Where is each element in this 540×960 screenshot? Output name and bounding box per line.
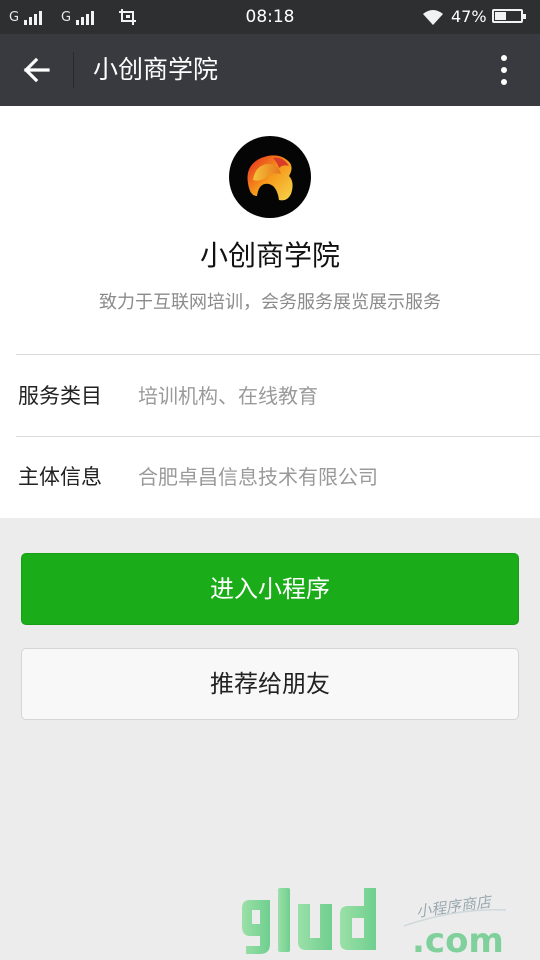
back-arrow-icon[interactable] xyxy=(14,48,58,92)
app-name: 小创商学院 xyxy=(199,239,340,272)
more-options-icon[interactable] xyxy=(486,48,522,92)
page-title: 小创商学院 xyxy=(93,55,219,84)
mini-program-profile-card: 小创商学院 致力于互联网培训，会务服务展览展示服务 服务类目 培训机构、在线教育… xyxy=(0,106,540,518)
service-category-value: 培训机构、在线教育 xyxy=(138,384,318,408)
title-divider xyxy=(73,52,74,88)
service-category-label: 服务类目 xyxy=(18,384,102,408)
wifi-icon xyxy=(423,10,443,25)
9lud-watermark-logo: .com 小程序商店 xyxy=(242,888,507,960)
divider xyxy=(16,354,540,355)
battery-icon xyxy=(492,9,526,23)
logo-flame-icon xyxy=(247,155,293,201)
title-bar: 小创商学院 xyxy=(0,34,540,106)
entity-info-value[interactable]: 合肥卓昌信息技术有限公司 xyxy=(138,463,378,491)
enter-mini-program-button[interactable]: 进入小程序 xyxy=(21,553,519,625)
app-logo xyxy=(229,136,311,218)
app-description: 致力于互联网培训，会务服务展览展示服务 xyxy=(99,292,441,313)
battery-percent: 47% xyxy=(451,7,487,26)
divider xyxy=(16,436,540,437)
watermark-tagline: 小程序商店 xyxy=(415,892,494,921)
watermark-domain: .com xyxy=(412,921,504,960)
share-to-friend-button[interactable]: 推荐给朋友 xyxy=(21,648,519,720)
entity-info-label: 主体信息 xyxy=(18,465,102,489)
status-bar: G G 08:18 47% xyxy=(0,0,540,34)
